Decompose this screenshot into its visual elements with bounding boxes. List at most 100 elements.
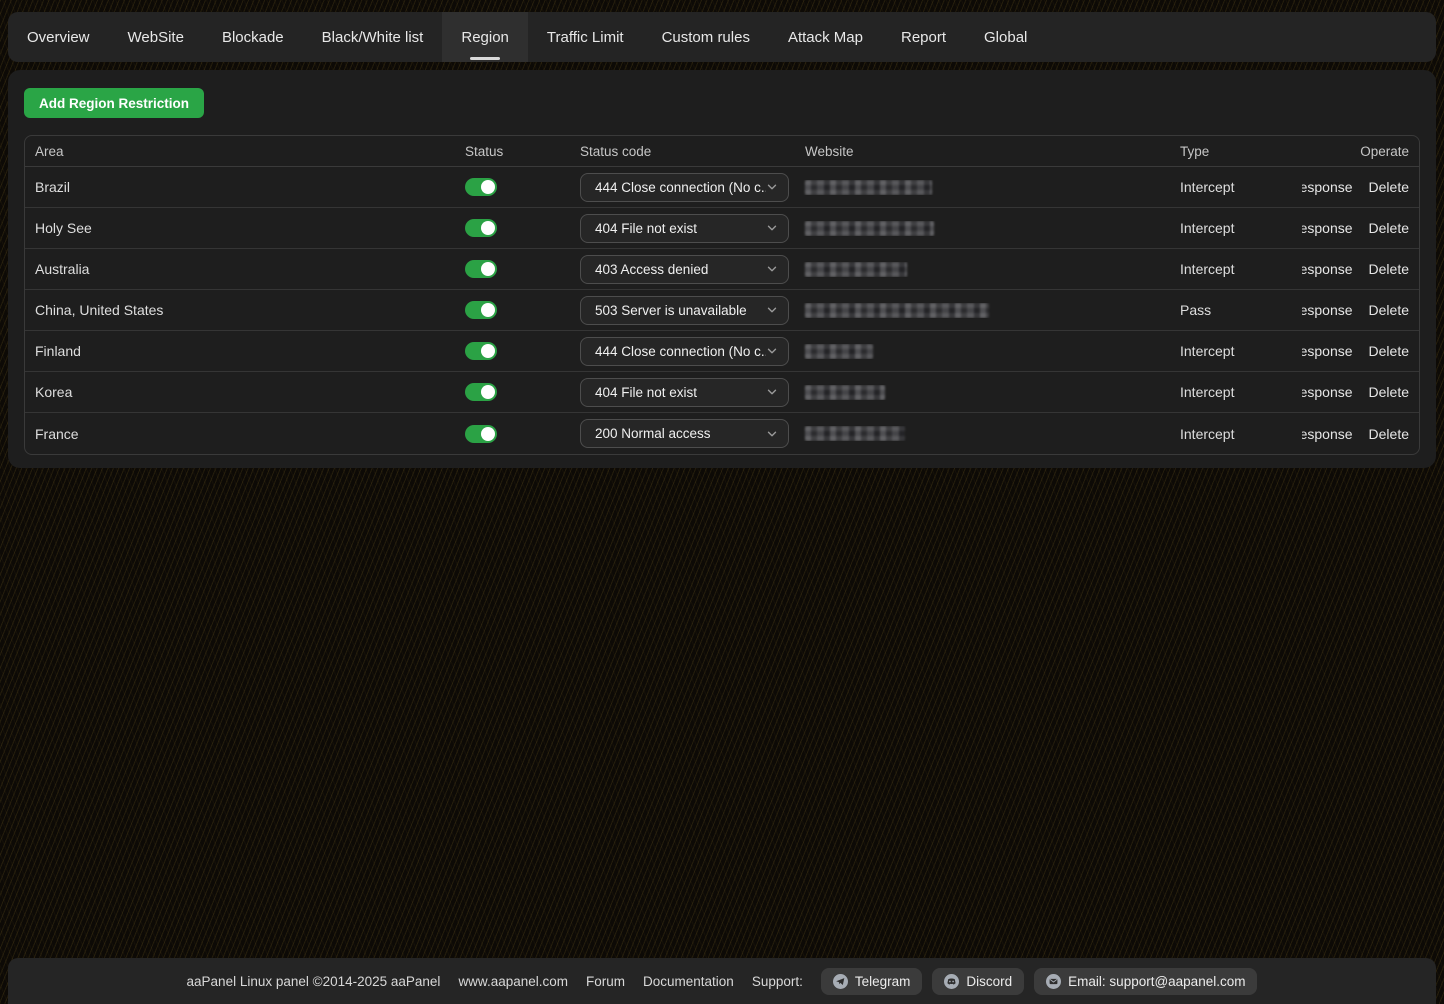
tab-attack-map[interactable]: Attack Map <box>769 12 882 62</box>
status-code-value: 403 Access denied <box>595 262 766 277</box>
footer-website-link[interactable]: www.aapanel.com <box>458 974 568 989</box>
operate-cell: Response Delete <box>1302 220 1419 236</box>
status-toggle[interactable] <box>465 178 497 196</box>
table-row: Australia 403 Access denied Intercept Re… <box>25 249 1419 290</box>
status-toggle[interactable] <box>465 219 497 237</box>
delete-link[interactable]: Delete <box>1369 220 1409 236</box>
tab-custom-rules[interactable]: Custom rules <box>643 12 769 62</box>
type-cell: Intercept <box>1170 179 1302 195</box>
status-code-value: 404 File not exist <box>595 221 766 236</box>
status-cell <box>455 425 570 443</box>
tab-region[interactable]: Region <box>442 12 528 62</box>
toggle-knob <box>481 427 495 441</box>
delete-link[interactable]: Delete <box>1369 426 1409 442</box>
column-header-status-code: Status code <box>570 144 795 159</box>
status-toggle[interactable] <box>465 425 497 443</box>
status-code-value: 200 Normal access <box>595 426 766 441</box>
area-cell: Australia <box>25 261 455 277</box>
website-redacted-blur <box>805 426 905 441</box>
column-header-website: Website <box>795 144 1170 159</box>
email-support-button[interactable]: Email: support@aapanel.com <box>1034 968 1257 995</box>
status-code-select[interactable]: 403 Access denied <box>580 255 789 284</box>
status-code-select[interactable]: 444 Close connection (No c... <box>580 337 789 366</box>
status-code-select[interactable]: 404 File not exist <box>580 378 789 407</box>
delete-link[interactable]: Delete <box>1369 343 1409 359</box>
status-code-cell: 403 Access denied <box>570 255 795 284</box>
status-cell <box>455 219 570 237</box>
response-link[interactable]: Response <box>1302 384 1353 400</box>
telegram-button[interactable]: Telegram <box>821 968 923 995</box>
status-code-value: 444 Close connection (No c... <box>595 180 766 195</box>
delete-link[interactable]: Delete <box>1369 261 1409 277</box>
status-cell <box>455 178 570 196</box>
delete-link[interactable]: Delete <box>1369 302 1409 318</box>
tab-global[interactable]: Global <box>965 12 1046 62</box>
column-header-type: Type <box>1170 144 1302 159</box>
status-code-select[interactable]: 404 File not exist <box>580 214 789 243</box>
add-region-restriction-button[interactable]: Add Region Restriction <box>24 88 204 118</box>
footer-forum-link[interactable]: Forum <box>586 974 625 989</box>
website-redacted-blur <box>805 385 885 400</box>
type-cell: Intercept <box>1170 426 1302 442</box>
status-code-select[interactable]: 503 Server is unavailable <box>580 296 789 325</box>
response-link[interactable]: Response <box>1302 179 1353 195</box>
status-toggle[interactable] <box>465 301 497 319</box>
tab-traffic-limit[interactable]: Traffic Limit <box>528 12 643 62</box>
area-cell: Korea <box>25 384 455 400</box>
status-code-cell: 444 Close connection (No c... <box>570 173 795 202</box>
website-redacted-blur <box>805 262 907 277</box>
response-link[interactable]: Response <box>1302 261 1353 277</box>
status-code-select[interactable]: 444 Close connection (No c... <box>580 173 789 202</box>
footer-documentation-link[interactable]: Documentation <box>643 974 734 989</box>
tab-black-white-list[interactable]: Black/White list <box>303 12 443 62</box>
telegram-icon <box>833 974 848 989</box>
response-link[interactable]: Response <box>1302 343 1353 359</box>
operate-cell: Response Delete <box>1302 261 1419 277</box>
status-code-cell: 404 File not exist <box>570 378 795 407</box>
website-cell <box>795 344 1170 359</box>
operate-cell: Response Delete <box>1302 426 1419 442</box>
operate-cell: Response Delete <box>1302 179 1419 195</box>
status-toggle[interactable] <box>465 260 497 278</box>
website-redacted-blur <box>805 180 932 195</box>
response-link[interactable]: Response <box>1302 220 1353 236</box>
email-icon <box>1046 974 1061 989</box>
status-cell <box>455 383 570 401</box>
type-cell: Pass <box>1170 302 1302 318</box>
discord-button[interactable]: Discord <box>932 968 1024 995</box>
discord-icon <box>944 974 959 989</box>
status-cell <box>455 342 570 360</box>
type-cell: Intercept <box>1170 343 1302 359</box>
toggle-knob <box>481 180 495 194</box>
type-cell: Intercept <box>1170 261 1302 277</box>
delete-link[interactable]: Delete <box>1369 384 1409 400</box>
area-cell: Finland <box>25 343 455 359</box>
region-table: AreaStatusStatus codeWebsiteTypeOperate … <box>24 135 1420 455</box>
status-toggle[interactable] <box>465 383 497 401</box>
website-redacted-blur <box>805 221 934 236</box>
chevron-down-icon <box>766 386 778 398</box>
toggle-knob <box>481 344 495 358</box>
tab-report[interactable]: Report <box>882 12 965 62</box>
status-code-value: 503 Server is unavailable <box>595 303 766 318</box>
delete-link[interactable]: Delete <box>1369 179 1409 195</box>
status-code-select[interactable]: 200 Normal access <box>580 419 789 448</box>
tab-blockade[interactable]: Blockade <box>203 12 303 62</box>
table-row: Finland 444 Close connection (No c... In… <box>25 331 1419 372</box>
status-cell <box>455 260 570 278</box>
status-code-cell: 404 File not exist <box>570 214 795 243</box>
status-toggle[interactable] <box>465 342 497 360</box>
toggle-knob <box>481 221 495 235</box>
response-link[interactable]: Response <box>1302 426 1353 442</box>
tab-website[interactable]: WebSite <box>109 12 203 62</box>
tab-overview[interactable]: Overview <box>8 12 109 62</box>
chevron-down-icon <box>766 263 778 275</box>
operate-cell: Response Delete <box>1302 384 1419 400</box>
website-cell <box>795 426 1170 441</box>
status-code-value: 444 Close connection (No c... <box>595 344 766 359</box>
response-link[interactable]: Response <box>1302 302 1353 318</box>
area-cell: China, United States <box>25 302 455 318</box>
support-button-label: Email: support@aapanel.com <box>1068 974 1245 989</box>
main-nav: OverviewWebSiteBlockadeBlack/White listR… <box>8 12 1436 62</box>
status-cell <box>455 301 570 319</box>
